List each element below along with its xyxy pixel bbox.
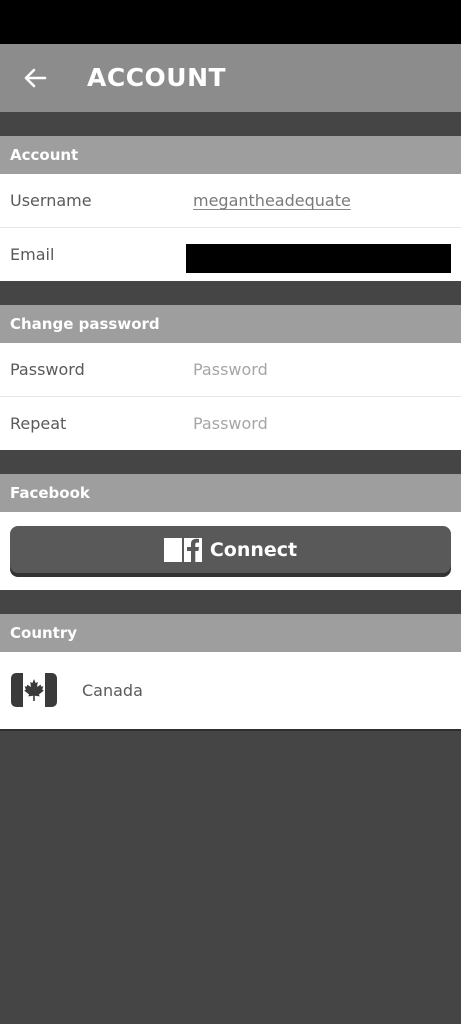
- username-row: Username megantheadequate: [0, 174, 461, 228]
- repeat-password-input[interactable]: [193, 409, 443, 438]
- password-input[interactable]: [193, 355, 443, 384]
- username-label: Username: [10, 191, 92, 210]
- status-bar: [0, 0, 461, 44]
- username-value[interactable]: megantheadequate: [193, 174, 351, 227]
- section-title-change-password: Change password: [10, 315, 160, 333]
- section-title-facebook: Facebook: [10, 484, 90, 502]
- password-label: Password: [10, 360, 85, 379]
- section-header-country: Country: [0, 614, 461, 652]
- country-name: Canada: [82, 681, 143, 700]
- back-button[interactable]: [14, 56, 56, 100]
- section-header-change-password: Change password: [0, 305, 461, 343]
- facebook-connect-button[interactable]: Connect: [10, 526, 451, 573]
- repeat-row: Repeat: [0, 397, 461, 450]
- page-title: ACCOUNT: [87, 63, 227, 92]
- section-header-account: Account: [0, 136, 461, 174]
- account-panel: Username megantheadequate Email: [0, 174, 461, 281]
- change-password-panel: Password Repeat: [0, 343, 461, 450]
- facebook-logo-icon: [163, 537, 202, 562]
- password-row: Password: [0, 343, 461, 397]
- canada-flag-icon: [11, 673, 57, 707]
- facebook-connect-label: Connect: [209, 538, 298, 561]
- section-title-account: Account: [10, 146, 79, 164]
- app-header: ACCOUNT: [0, 44, 461, 112]
- section-header-facebook: Facebook: [0, 474, 461, 512]
- facebook-panel: Connect: [0, 512, 461, 590]
- email-value-redacted[interactable]: [186, 244, 451, 273]
- section-title-country: Country: [10, 624, 78, 642]
- repeat-label: Repeat: [10, 414, 67, 433]
- arrow-left-icon: [24, 68, 47, 88]
- country-row[interactable]: Canada: [0, 652, 461, 731]
- email-row: Email: [0, 228, 461, 281]
- email-label: Email: [10, 245, 55, 264]
